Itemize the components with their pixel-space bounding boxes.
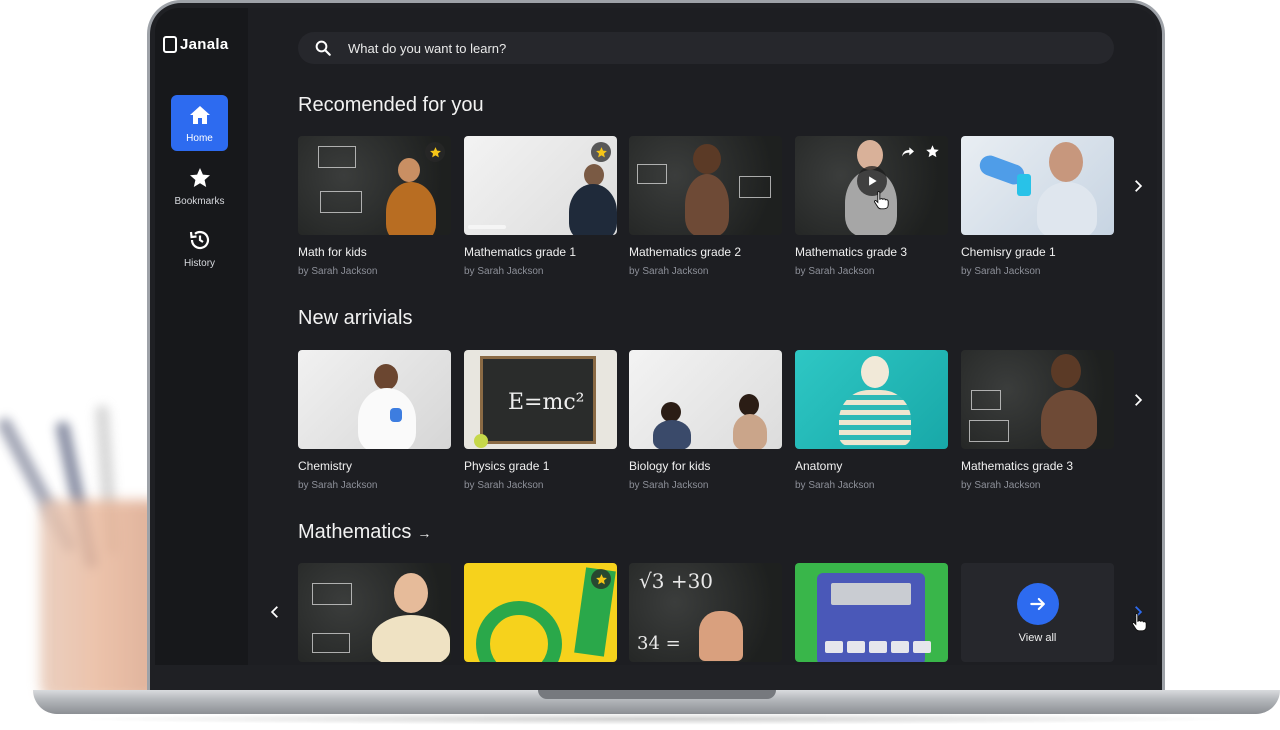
course-card[interactable]: Anatomy by Sarah Jackson <box>795 350 948 491</box>
home-icon <box>189 105 210 124</box>
course-card[interactable]: Biology for kids by Sarah Jackson <box>629 350 782 491</box>
scroll-right-button[interactable] <box>1127 175 1149 197</box>
view-all-button[interactable] <box>1017 583 1059 625</box>
course-title: Chemistry <box>298 459 353 473</box>
sidebar-item-home[interactable]: Home <box>171 95 228 151</box>
course-title: Anatomy <box>795 459 843 473</box>
course-thumbnail <box>298 350 451 449</box>
course-author: by Sarah Jackson <box>795 480 875 491</box>
sidebar-item-label: Bookmarks <box>174 195 225 207</box>
section-title-text: New arrivials <box>298 307 413 329</box>
course-author: by Sarah Jackson <box>961 480 1041 491</box>
course-title: Chemisry grade 1 <box>961 245 1056 259</box>
arrow-right-icon: → <box>417 524 432 541</box>
arrow-right-icon <box>1030 597 1045 611</box>
course-title: Physics grade 1 <box>464 459 550 473</box>
course-card[interactable]: Mathematics grade 3 by Sarah Jackson <box>961 350 1114 491</box>
laptop-base <box>33 690 1280 714</box>
course-author: by Sarah Jackson <box>298 480 378 491</box>
bookmark-star-icon[interactable] <box>591 142 611 162</box>
tablet-icon <box>163 36 177 53</box>
course-card[interactable] <box>795 563 948 662</box>
chevron-right-icon <box>1135 180 1143 192</box>
search-icon <box>315 40 331 56</box>
course-thumbnail: √3 +30 34 = <box>629 563 782 662</box>
chevron-right-icon <box>1135 394 1143 406</box>
course-thumbnail <box>961 136 1114 235</box>
hand-cursor-icon <box>1131 613 1147 632</box>
course-thumbnail <box>629 350 782 449</box>
course-author: by Sarah Jackson <box>961 266 1041 277</box>
section-title-text: Recomended for you <box>298 94 484 116</box>
course-author: by Sarah Jackson <box>464 480 544 491</box>
sidebar-item-label: History <box>183 257 216 269</box>
course-thumbnail <box>298 563 451 662</box>
star-icon <box>189 167 210 187</box>
course-card[interactable]: Chemisry grade 1 by Sarah Jackson <box>961 136 1114 277</box>
scroll-right-button[interactable] <box>1127 389 1149 411</box>
app-logo[interactable]: Janala <box>163 36 229 53</box>
course-title: Math for kids <box>298 245 367 259</box>
course-thumbnail <box>795 350 948 449</box>
course-thumbnail <box>464 563 617 662</box>
course-thumbnail <box>298 136 451 235</box>
app-screen: Janala Home Bookmarks History What do yo… <box>155 8 1157 665</box>
course-author: by Sarah Jackson <box>629 266 709 277</box>
laptop-shadow <box>60 713 1250 725</box>
course-card[interactable]: Mathematics grade 1 by Sarah Jackson <box>464 136 617 277</box>
course-thumbnail: E=mc² <box>464 350 617 449</box>
course-thumbnail <box>961 350 1114 449</box>
course-thumbnail <box>795 563 948 662</box>
section-title-mathematics[interactable]: Mathematics → <box>298 521 431 544</box>
view-all-card[interactable]: View all <box>961 563 1114 662</box>
course-title: Mathematics grade 3 <box>961 459 1074 473</box>
bookmark-star-icon[interactable] <box>925 144 940 159</box>
hand-cursor-icon <box>873 191 889 210</box>
scroll-left-button[interactable] <box>264 601 286 623</box>
course-author: by Sarah Jackson <box>298 266 378 277</box>
recommended-row: Math for kids by Sarah Jackson Mathemati… <box>298 136 1143 286</box>
view-all-label: View all <box>1018 632 1057 644</box>
new-arrivals-row: Chemistry by Sarah Jackson E=mc² Physics… <box>298 350 1143 500</box>
course-author: by Sarah Jackson <box>629 480 709 491</box>
share-icon[interactable] <box>900 144 916 160</box>
course-card[interactable]: Chemistry by Sarah Jackson <box>298 350 451 491</box>
calculator-illustration <box>817 573 931 662</box>
course-card[interactable] <box>298 563 451 662</box>
course-thumbnail <box>795 136 948 235</box>
course-card[interactable]: Math for kids by Sarah Jackson <box>298 136 451 277</box>
section-title-text: Mathematics <box>298 521 412 543</box>
course-thumbnail <box>629 136 782 235</box>
course-card[interactable]: √3 +30 34 = <box>629 563 782 662</box>
sidebar: Janala Home Bookmarks History <box>155 8 248 665</box>
sidebar-item-label: Home <box>186 132 213 144</box>
course-title: Mathematics grade 3 <box>795 245 908 259</box>
pencil-cup-decoration <box>40 500 160 700</box>
course-card[interactable]: E=mc² Physics grade 1 by Sarah Jackson <box>464 350 617 491</box>
course-title: Mathematics grade 1 <box>464 245 577 259</box>
search-bar[interactable]: What do you want to learn? <box>298 32 1114 64</box>
history-icon <box>189 230 209 249</box>
view-all-tile: View all <box>961 563 1114 662</box>
course-author: by Sarah Jackson <box>464 266 544 277</box>
section-title-new-arrivals: New arrivials <box>298 307 412 330</box>
section-title-recommended: Recomended for you <box>298 94 484 117</box>
watch-progress-bar <box>468 225 506 229</box>
sidebar-item-history[interactable]: History <box>171 220 228 276</box>
sidebar-item-bookmarks[interactable]: Bookmarks <box>171 158 228 214</box>
chevron-left-icon <box>270 606 278 618</box>
course-thumbnail <box>464 136 617 235</box>
app-name: Janala <box>180 36 229 53</box>
course-author: by Sarah Jackson <box>795 266 875 277</box>
course-card[interactable]: Mathematics grade 2 by Sarah Jackson <box>629 136 782 277</box>
mathematics-row: √3 +30 34 = View all <box>270 563 1147 665</box>
course-title: Mathematics grade 2 <box>629 245 742 259</box>
course-card[interactable]: Mathematics grade 3 by Sarah Jackson <box>795 136 948 277</box>
course-title: Biology for kids <box>629 459 711 473</box>
bookmark-star-icon[interactable] <box>425 142 445 162</box>
bookmark-star-icon[interactable] <box>591 569 611 589</box>
course-card[interactable] <box>464 563 617 662</box>
search-input[interactable]: What do you want to learn? <box>348 41 506 56</box>
